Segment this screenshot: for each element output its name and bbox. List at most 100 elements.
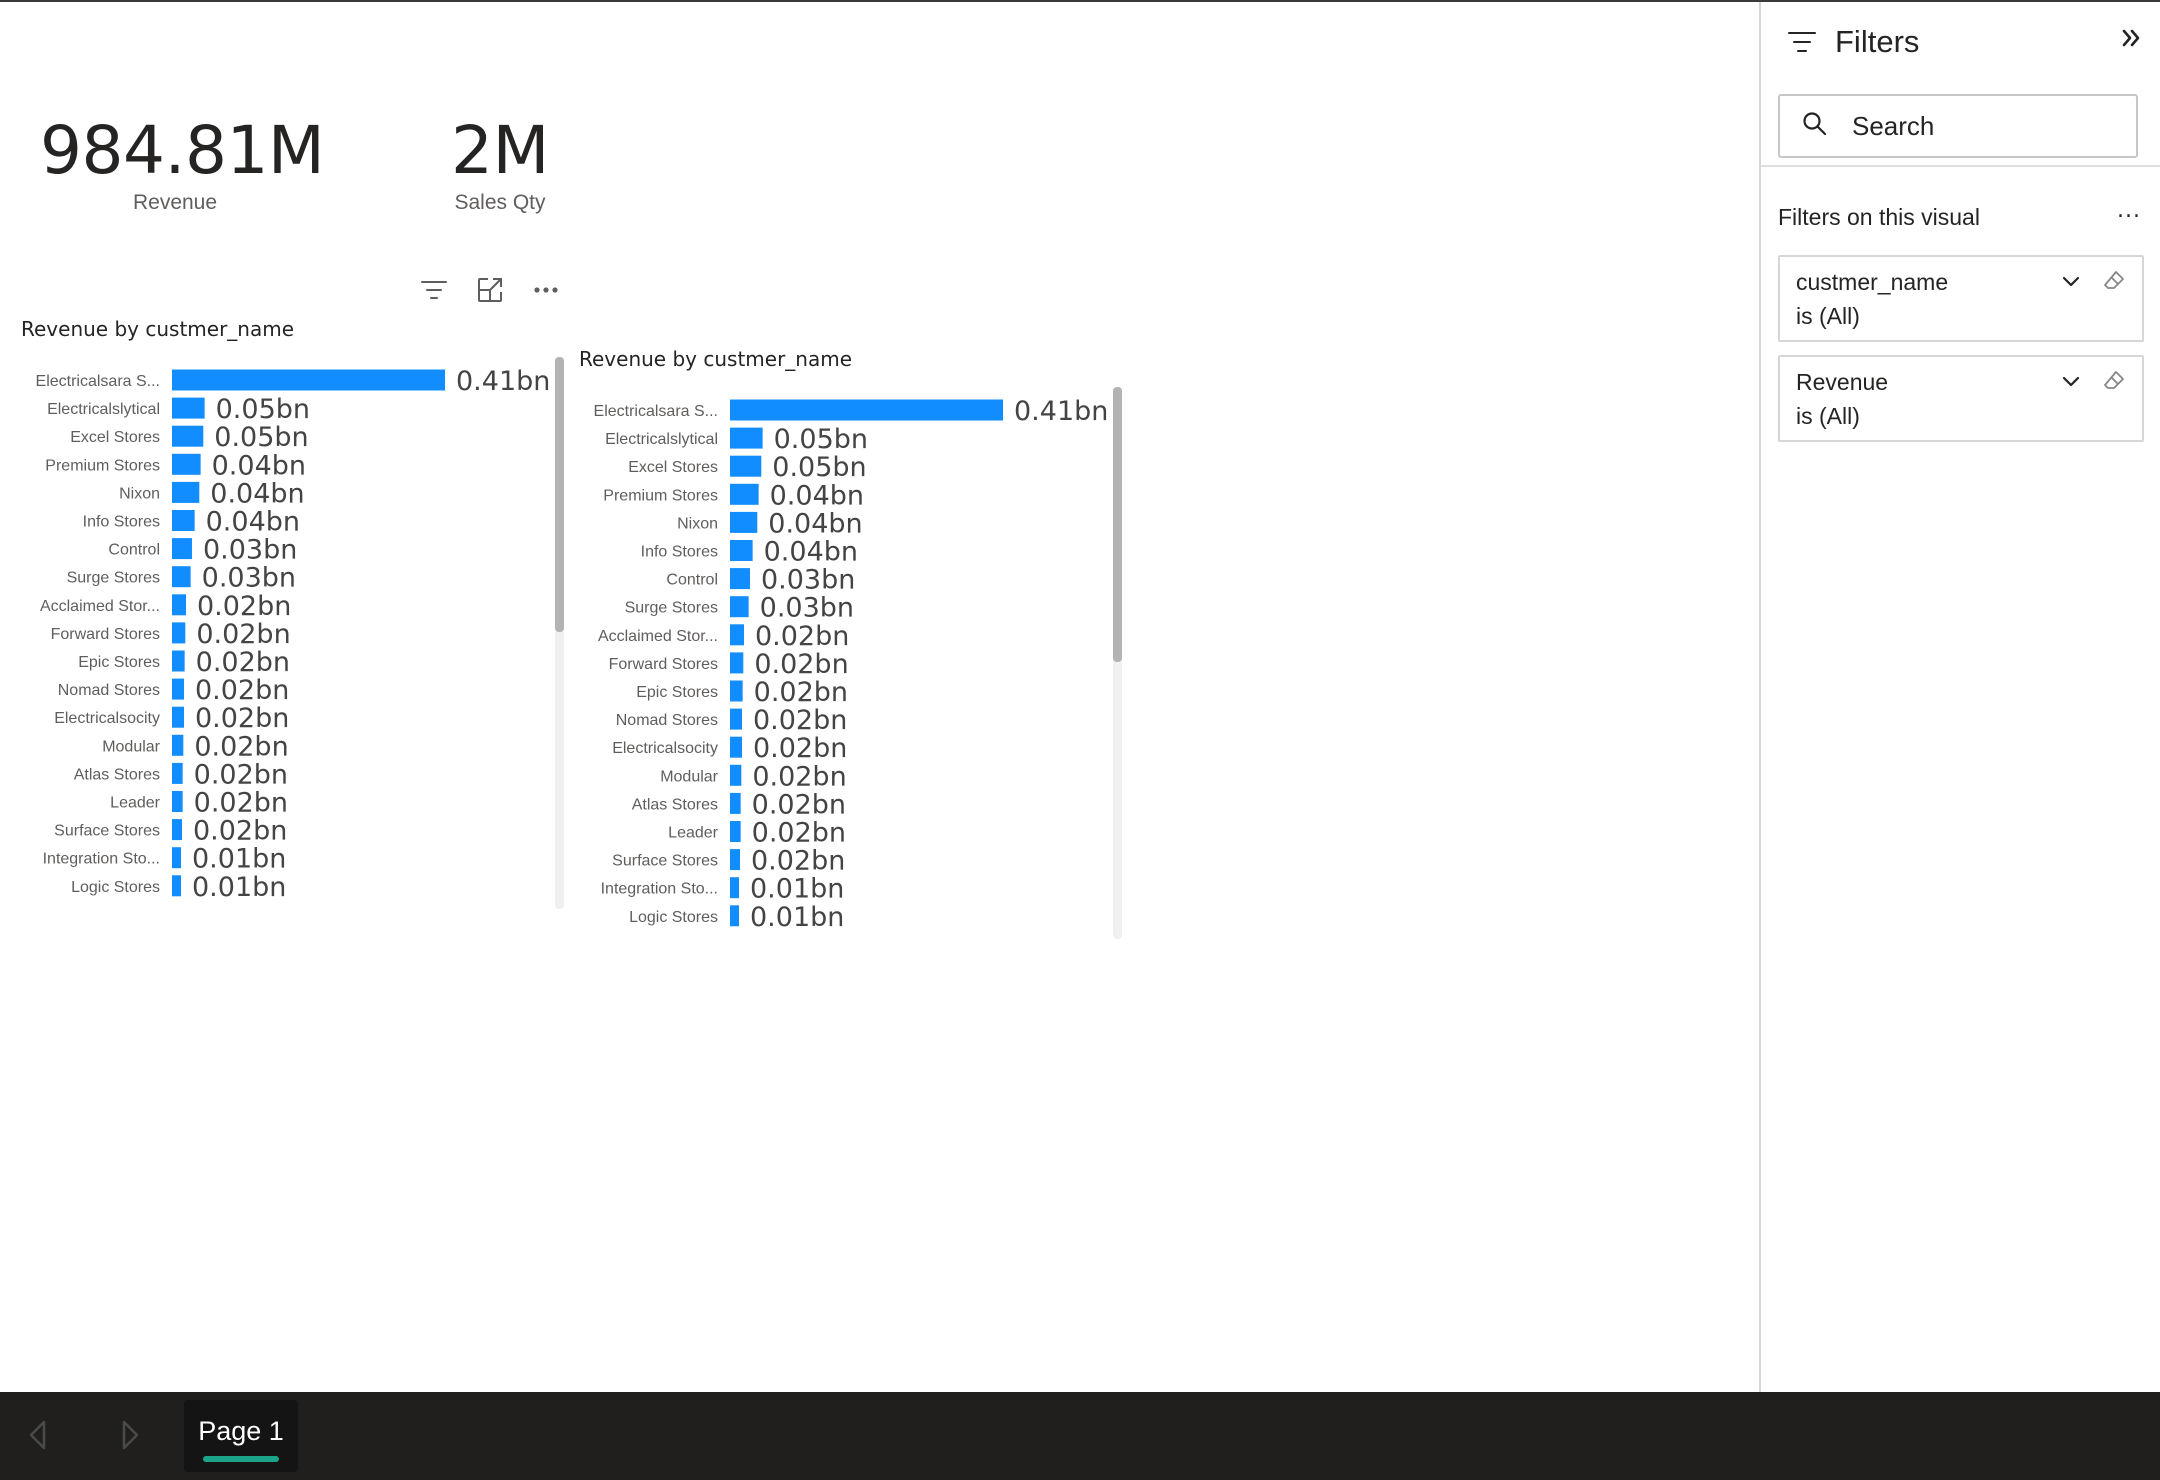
data-label: 0.02bn <box>195 703 289 734</box>
triangle-left-icon[interactable] <box>26 1418 50 1456</box>
chevron-down-icon[interactable] <box>2060 371 2082 397</box>
category-label: Epic Stores <box>78 654 160 671</box>
bar[interactable] <box>730 736 742 758</box>
data-label: 0.04bn <box>212 450 306 481</box>
card-value: 2M <box>451 112 549 189</box>
data-label: 0.04bn <box>764 537 858 568</box>
data-label: 0.02bn <box>754 649 848 680</box>
eraser-icon[interactable] <box>2102 269 2126 297</box>
bar[interactable] <box>730 624 744 646</box>
category-label: Electricalsocity <box>54 710 160 727</box>
page-tab[interactable]: Page 1 <box>184 1400 298 1472</box>
double-chevron-right-icon[interactable] <box>2120 26 2142 54</box>
filter-state: is (All) <box>1796 403 1860 429</box>
data-label: 0.03bn <box>203 535 297 566</box>
category-label: Excel Stores <box>628 459 718 476</box>
category-label: Nixon <box>119 485 160 502</box>
data-label: 0.05bn <box>214 422 308 453</box>
data-label: 0.03bn <box>760 593 854 624</box>
data-label: 0.02bn <box>195 675 289 706</box>
chevron-down-icon[interactable] <box>2060 271 2082 297</box>
search-input[interactable] <box>1852 110 2112 142</box>
bar[interactable] <box>172 875 181 897</box>
bar[interactable] <box>172 650 185 672</box>
sales-qty-card[interactable]: 2M Sales Qty <box>420 112 580 215</box>
bar[interactable] <box>730 877 739 899</box>
bar[interactable] <box>730 792 741 814</box>
triangle-right-icon[interactable] <box>118 1418 142 1456</box>
eraser-icon[interactable] <box>2102 369 2126 397</box>
bar[interactable] <box>730 483 759 505</box>
bar[interactable] <box>172 847 181 869</box>
bar[interactable] <box>172 397 205 419</box>
chart-title: Revenue by custmer_name <box>21 317 295 341</box>
bar[interactable] <box>730 511 758 533</box>
bar-chart[interactable]: Electricalsara S... 0.41bn Electricalslyti… <box>558 390 1118 930</box>
bar[interactable] <box>172 622 186 644</box>
bar[interactable] <box>730 427 763 449</box>
bar[interactable] <box>172 453 201 475</box>
bar[interactable] <box>730 540 753 561</box>
bar[interactable] <box>730 905 739 927</box>
bar[interactable] <box>730 764 742 786</box>
filter-card-revenue[interactable]: Revenue is (All) <box>1778 355 2144 442</box>
bar-chart[interactable]: Electricalsara S... 0.41bn Electricalslyti… <box>0 360 560 900</box>
category-label: Integration Sto... <box>43 851 160 868</box>
category-label: Premium Stores <box>603 487 718 504</box>
bar[interactable] <box>730 455 762 477</box>
category-label: Modular <box>102 738 160 755</box>
data-label: 0.04bn <box>210 478 304 509</box>
data-label: 0.02bn <box>196 619 290 650</box>
bar[interactable] <box>172 706 184 728</box>
more-options-icon[interactable] <box>529 273 563 307</box>
bar[interactable] <box>730 399 1003 421</box>
category-label: Surface Stores <box>612 853 718 870</box>
category-label: Info Stores <box>83 514 160 531</box>
bar[interactable] <box>172 762 183 784</box>
bar[interactable] <box>730 849 740 871</box>
bar[interactable] <box>730 568 750 590</box>
category-label: Electricalslytical <box>605 431 718 448</box>
data-label: 0.02bn <box>755 621 849 652</box>
data-label: 0.05bn <box>216 394 310 425</box>
filter-lines-icon[interactable] <box>417 273 451 307</box>
bar[interactable] <box>730 821 741 842</box>
category-label: Leader <box>110 795 160 812</box>
bar[interactable] <box>172 510 195 531</box>
bar[interactable] <box>172 819 182 841</box>
bar[interactable] <box>172 425 204 447</box>
scroll-thumb[interactable] <box>1113 387 1122 662</box>
bar[interactable] <box>172 538 192 560</box>
bar[interactable] <box>730 596 749 618</box>
bar[interactable] <box>172 734 184 756</box>
data-label: 0.04bn <box>768 508 862 539</box>
category-label: Leader <box>668 825 718 842</box>
bar[interactable] <box>172 791 183 812</box>
category-label: Logic Stores <box>629 909 718 926</box>
focus-mode-icon[interactable] <box>473 273 507 307</box>
search-icon <box>1802 111 1828 141</box>
category-label: Forward Stores <box>51 626 160 643</box>
bar[interactable] <box>172 481 200 503</box>
bar[interactable] <box>172 566 191 588</box>
filters-search-box[interactable] <box>1778 94 2138 158</box>
section-more-options[interactable]: ... <box>2117 198 2141 223</box>
bar[interactable] <box>172 369 445 391</box>
card-label: Revenue <box>132 191 218 214</box>
category-label: Info Stores <box>641 544 718 561</box>
filter-lines-icon <box>1787 30 1817 58</box>
bar[interactable] <box>172 678 184 700</box>
data-label: 0.02bn <box>751 846 845 877</box>
page-tab-label: Page 1 <box>198 1416 284 1446</box>
report-canvas: 984.81M Revenue 2M Sales Qty Revenue by … <box>0 2 1759 1392</box>
data-label: 0.04bn <box>770 480 864 511</box>
filter-card-custmer-name[interactable]: custmer_name is (All) <box>1778 255 2144 342</box>
chart-scrollbar[interactable] <box>1113 387 1122 939</box>
revenue-card[interactable]: 984.81M Revenue <box>40 112 325 215</box>
bar[interactable] <box>730 680 743 702</box>
bar[interactable] <box>730 708 742 730</box>
category-label: Excel Stores <box>70 429 160 446</box>
category-label: Electricalslytical <box>47 401 160 418</box>
bar[interactable] <box>172 594 186 616</box>
bar[interactable] <box>730 652 744 674</box>
